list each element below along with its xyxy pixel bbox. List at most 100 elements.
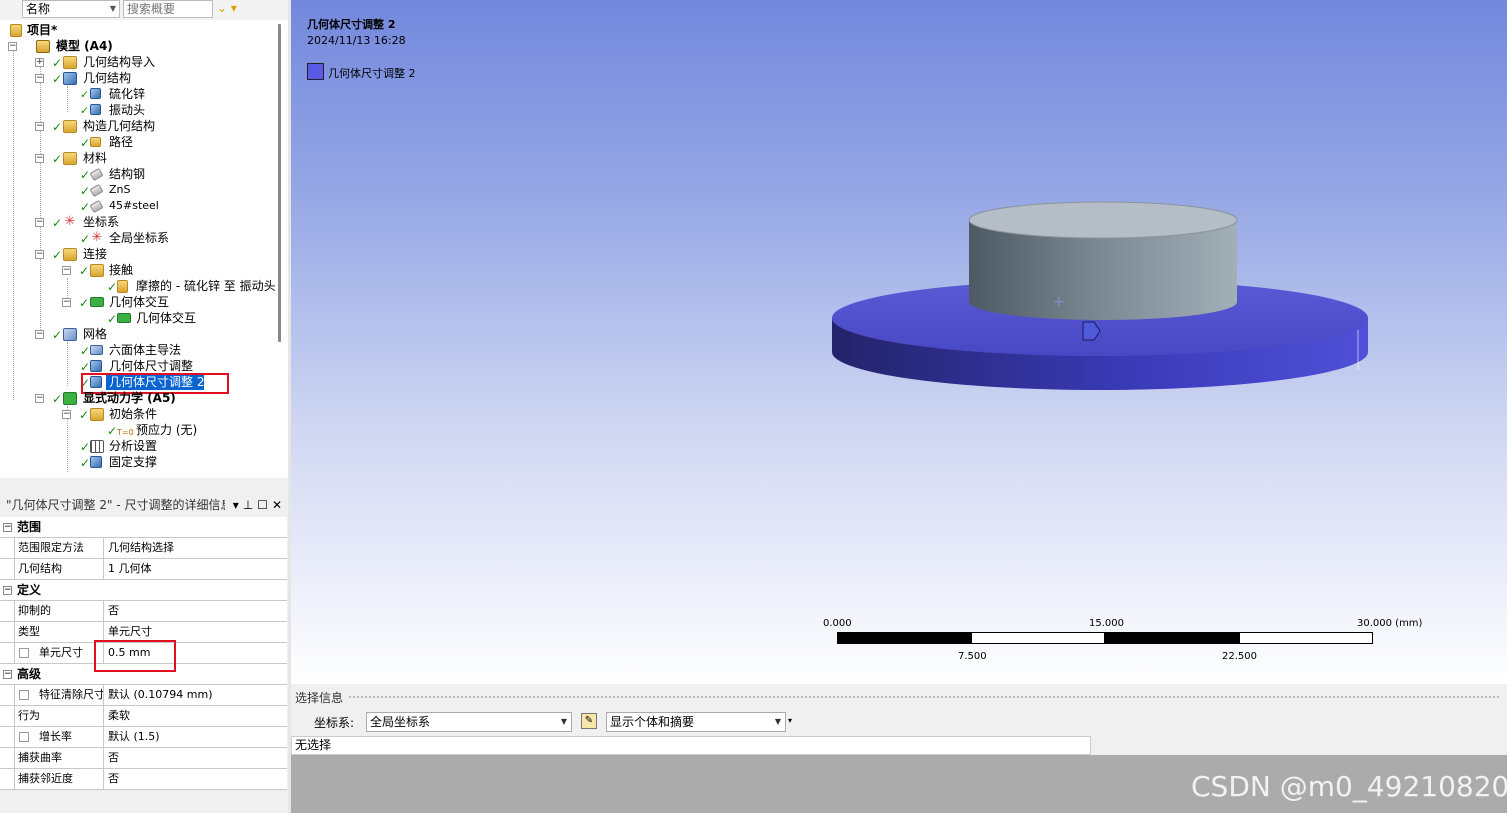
- detail-row-capture-proximity[interactable]: 捕获邻近度 否: [0, 769, 287, 790]
- material-tag-icon: [89, 183, 104, 198]
- parameter-checkbox[interactable]: [19, 690, 29, 700]
- detail-row-behavior[interactable]: 行为 柔软: [0, 706, 287, 727]
- section-label: 高级: [17, 667, 42, 681]
- collapse-toggle[interactable]: −: [62, 266, 71, 275]
- detail-value[interactable]: 单元尺寸: [105, 622, 152, 642]
- tree-item-label: 构造几何结构: [83, 119, 156, 133]
- check-icon: ✓: [107, 312, 118, 326]
- collapse-toggle[interactable]: −: [35, 74, 44, 83]
- contacts-icon: [90, 264, 104, 277]
- detail-row-capture-curvature[interactable]: 捕获曲率 否: [0, 748, 287, 769]
- collapse-toggle[interactable]: −: [35, 218, 44, 227]
- fixed-support-icon: [90, 456, 102, 468]
- tree-item-label: 六面体主导法: [109, 343, 182, 357]
- detail-value[interactable]: 几何结构选择: [105, 538, 174, 558]
- detail-value[interactable]: 1 几何体: [105, 559, 152, 579]
- mesh-method-icon: [90, 345, 103, 355]
- collapse-toggle[interactable]: −: [8, 42, 17, 51]
- collapse-toggle[interactable]: −: [3, 523, 12, 532]
- check-icon: ✓: [52, 248, 63, 262]
- tree-scrollbar[interactable]: [278, 24, 281, 342]
- scale-label: 22.500: [1222, 651, 1257, 662]
- close-icon[interactable]: ✕: [272, 498, 282, 512]
- detail-row-suppressed[interactable]: 抑制的 否: [0, 601, 287, 622]
- check-icon: ✓: [80, 232, 91, 246]
- section-label: 定义: [17, 583, 42, 597]
- tree-item-label: 路径: [109, 135, 134, 149]
- tree-item-label: 连接: [83, 247, 108, 261]
- collapse-toggle[interactable]: −: [62, 410, 71, 419]
- coordinate-system-select[interactable]: 全局坐标系 ▼: [366, 712, 572, 732]
- coordinate-system-label: 坐标系:: [314, 716, 355, 730]
- pin-icon[interactable]: ⊥: [243, 498, 253, 512]
- collapse-toggle[interactable]: −: [3, 670, 12, 679]
- tree-line: [40, 62, 41, 338]
- check-icon: ✓: [80, 344, 91, 358]
- detail-key: 捕获邻近度: [14, 769, 104, 789]
- collapse-toggle[interactable]: −: [62, 298, 71, 307]
- detail-key: 范围限定方法: [14, 538, 104, 558]
- panel-grip: [349, 696, 1499, 698]
- detail-value[interactable]: 默认 (1.5): [105, 727, 160, 747]
- materials-icon: [63, 152, 77, 165]
- collapse-toggle[interactable]: −: [35, 394, 44, 403]
- contact-pair-icon: [117, 280, 128, 293]
- detail-value[interactable]: 柔软: [105, 706, 130, 726]
- detail-row-scoping-method[interactable]: 范围限定方法 几何结构选择: [0, 538, 287, 559]
- scale-bar: 0.000 15.000 30.000 (mm) 7.500 22.500: [821, 616, 1422, 666]
- coordinate-system-value: 全局坐标系: [370, 715, 431, 729]
- collapse-toggle[interactable]: −: [35, 154, 44, 163]
- graphics-viewport[interactable]: + 几何体尺寸调整 2 2024/11/13 16:28 几何体尺寸调整 2 0…: [291, 0, 1507, 684]
- tree-item-label: 预应力 (无): [136, 423, 198, 437]
- check-icon: ✓: [52, 216, 63, 230]
- scale-label: 7.500: [958, 651, 987, 662]
- edit-display-icon[interactable]: ✎: [581, 713, 597, 729]
- material-tag-icon: [89, 167, 104, 182]
- display-mode-select[interactable]: 显示个体和摘要 ▼: [606, 712, 786, 732]
- check-icon: ✓: [52, 120, 63, 134]
- details-header-buttons: ▾ ⊥ ☐ ✕: [224, 495, 282, 515]
- detail-value[interactable]: 默认 (0.10794 mm): [105, 685, 213, 705]
- collapse-toggle[interactable]: −: [35, 330, 44, 339]
- analysis-settings-icon: [90, 440, 104, 453]
- detail-value[interactable]: 否: [105, 601, 119, 621]
- maximize-icon[interactable]: ☐: [257, 498, 268, 512]
- check-icon: ✓: [80, 184, 91, 198]
- detail-value[interactable]: 否: [105, 769, 119, 789]
- detail-key: 行为: [14, 706, 104, 726]
- expand-toggle[interactable]: +: [35, 58, 44, 67]
- filter-options-button[interactable]: ⌄ ▾: [217, 0, 243, 18]
- name-filter-select[interactable]: 名称 ▼: [22, 0, 120, 18]
- parameter-checkbox[interactable]: [19, 648, 29, 658]
- tree-item-label: 结构钢: [109, 167, 146, 181]
- view-title: 几何体尺寸调整 2: [307, 18, 396, 31]
- annotation-highlight-box: [94, 640, 176, 672]
- tree-item-label: 模型 (A4): [56, 39, 113, 53]
- detail-key: 几何结构: [14, 559, 104, 579]
- detail-value[interactable]: 否: [105, 748, 119, 768]
- geometry-import-icon: [63, 56, 77, 69]
- collapse-toggle[interactable]: −: [35, 250, 44, 259]
- model-icon: [36, 40, 50, 53]
- check-icon: ✓: [79, 296, 90, 310]
- vibrator-cylinder-body[interactable]: +: [968, 201, 1238, 320]
- collapse-toggle[interactable]: −: [3, 586, 12, 595]
- body-interactions-icon: [90, 297, 104, 307]
- check-icon: ✓: [79, 264, 90, 278]
- detail-row-defeature-size[interactable]: 特征清除尺寸 默认 (0.10794 mm): [0, 685, 287, 706]
- section-definition[interactable]: − 定义: [0, 580, 287, 601]
- path-icon: [90, 137, 101, 147]
- parameter-checkbox[interactable]: [19, 732, 29, 742]
- tree-item-label: 初始条件: [109, 407, 158, 421]
- section-scope[interactable]: − 范围: [0, 517, 287, 538]
- detail-row-growth-rate[interactable]: 增长率 默认 (1.5): [0, 727, 287, 748]
- detail-row-geometry[interactable]: 几何结构 1 几何体: [0, 559, 287, 580]
- check-icon: ✓: [80, 88, 90, 101]
- construction-geometry-icon: [63, 120, 77, 133]
- search-outline-input[interactable]: [123, 0, 213, 18]
- chevron-down-icon[interactable]: ▾: [788, 716, 792, 725]
- detail-key: 类型: [14, 622, 104, 642]
- collapse-toggle[interactable]: −: [35, 122, 44, 131]
- svg-text:+: +: [1053, 294, 1065, 310]
- chevron-down-icon[interactable]: ▾: [233, 498, 239, 512]
